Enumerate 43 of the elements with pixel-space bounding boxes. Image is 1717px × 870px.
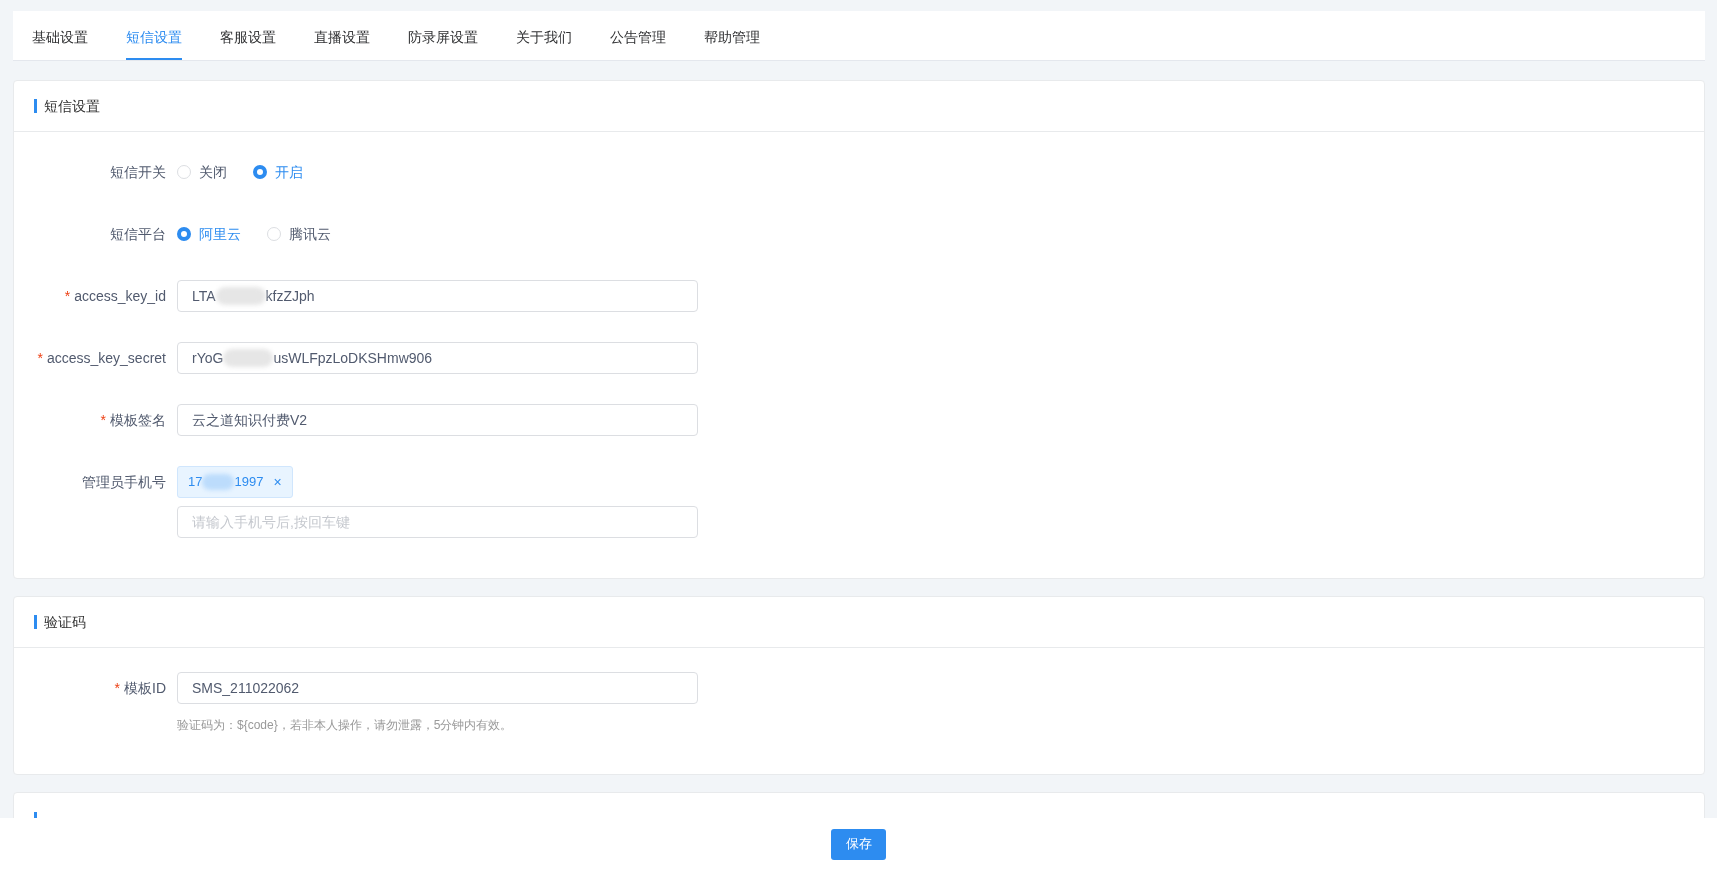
text-input[interactable]: SMS_211022062 [177,672,698,704]
input-value: LTA [192,286,216,306]
input-value: kfzZJph [265,286,315,306]
tab[interactable]: 短信设置 [126,11,182,60]
redaction-blur [215,287,266,305]
tab[interactable]: 基础设置 [32,11,88,60]
text-input[interactable]: 云之道知识付费V2 [177,404,698,436]
input-value: usWLFpzLoDKSHmw906 [273,348,433,368]
section-title: 短信设置 [44,96,100,116]
accent-bar [34,615,37,629]
required-asterisk: * [100,412,106,428]
input-value: SMS_211022062 [192,678,300,698]
text-input[interactable]: rYoG usWLFpzLoDKSHmw906 [177,342,698,374]
field-label: 模板ID [124,680,166,696]
input-value: rYoG [192,348,224,368]
tab[interactable]: 直播设置 [314,11,370,60]
accent-bar [34,99,37,113]
hint-text: 验证码为：${code}，若非本人操作，请勿泄露，5分钟内有效。 [177,717,514,734]
tab[interactable]: 公告管理 [610,11,666,60]
field-label: access_key_id [74,288,166,304]
field-label: 短信平台 [110,226,166,242]
radio-option[interactable]: 阿里云 [177,223,241,245]
tag-text: 1997 [234,473,264,492]
tab[interactable]: 关于我们 [516,11,572,60]
required-asterisk: * [114,680,120,696]
redaction-blur [223,349,274,367]
radio-option[interactable]: 关闭 [177,161,227,183]
tag-text: 17 [188,473,203,492]
required-asterisk: * [64,288,71,304]
radio-option[interactable]: 腾讯云 [267,223,331,245]
required-asterisk: * [37,350,43,366]
field-label: access_key_secret [46,350,166,366]
field-label: 短信开关 [110,164,166,180]
field-label: 管理员手机号 [82,474,166,490]
redaction-blur [202,474,235,490]
text-input[interactable]: LTA kfzZJph [177,280,698,312]
section-title: 验证码 [44,612,86,632]
radio-option[interactable]: 开启 [253,161,303,183]
tab[interactable]: 客服设置 [220,11,276,60]
field-label: 模板签名 [110,412,166,428]
input-value: 云之道知识付费V2 [192,410,308,430]
tab[interactable]: 帮助管理 [704,11,760,60]
tab[interactable]: 防录屏设置 [408,11,478,60]
